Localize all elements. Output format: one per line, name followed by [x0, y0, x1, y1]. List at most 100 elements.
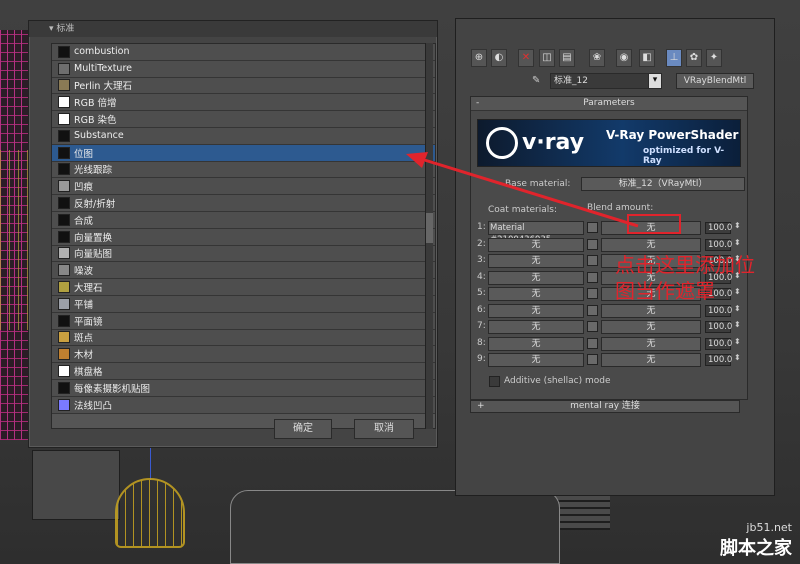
cancel-button[interactable]: 取消: [354, 419, 414, 439]
map-list-item[interactable]: 光线跟踪: [52, 161, 435, 179]
map-thumbnail: [58, 129, 70, 142]
blend-amount-spinner[interactable]: 100.0: [705, 337, 732, 350]
blend-map-button[interactable]: 无: [601, 303, 701, 318]
spinner-arrows-icon[interactable]: ⬍: [734, 320, 741, 329]
map-list-item[interactable]: combustion: [52, 44, 435, 61]
map-list-scrollbar[interactable]: [425, 43, 433, 429]
coat-material-button[interactable]: 无: [488, 237, 584, 252]
parameters-rollout-header[interactable]: - Parameters: [471, 97, 747, 111]
eyedropper-icon[interactable]: ✎: [532, 75, 540, 86]
map-thumbnail: [58, 365, 70, 378]
map-item-label: 向量置换: [74, 232, 113, 244]
annotation-text-line2: 图当作遮罩: [615, 279, 715, 303]
blend-map-button[interactable]: 无: [601, 237, 701, 252]
map-list-item[interactable]: Substance: [52, 127, 435, 145]
map-list-item[interactable]: 棋盘格: [52, 363, 435, 380]
blend-map-button[interactable]: 无: [601, 336, 701, 351]
coat-color-swatch[interactable]: [587, 288, 598, 299]
coat-material-button[interactable]: 无: [488, 336, 584, 351]
scene-basket: [115, 478, 185, 548]
map-list-item[interactable]: 向量贴图: [52, 245, 435, 263]
material-name-dropdown-icon[interactable]: ▾: [648, 73, 662, 89]
watermark-brand: 脚本之家: [720, 538, 792, 559]
map-thumbnail: [58, 297, 70, 310]
map-thumbnail: [58, 314, 70, 327]
spinner-arrows-icon[interactable]: ⬍: [734, 353, 741, 362]
map-thumbnail: [58, 331, 70, 344]
map-thumbnail: [58, 247, 70, 260]
material-type-button[interactable]: VRayBlendMtl: [676, 73, 754, 89]
map-list-item[interactable]: RGB 倍增: [52, 94, 435, 112]
map-list-item[interactable]: 噪波: [52, 262, 435, 280]
spinner-arrows-icon[interactable]: ⬍: [734, 287, 741, 296]
show-end-result-icon[interactable]: ◧: [639, 49, 655, 67]
coat-color-swatch[interactable]: [587, 337, 598, 349]
map-list-item[interactable]: 每像素摄影机贴图: [52, 379, 435, 397]
coat-material-button[interactable]: 无: [488, 303, 584, 318]
delete-icon[interactable]: ✕: [518, 49, 534, 67]
browser-category-label: 标准: [56, 24, 75, 34]
spinner-arrows-icon[interactable]: ⬍: [734, 221, 741, 230]
put-to-scene-icon[interactable]: ◐: [491, 49, 507, 67]
map-list-item[interactable]: 凹痕: [52, 178, 435, 196]
map-list-item[interactable]: MultiTexture: [52, 60, 435, 78]
map-item-label: 噪波: [74, 266, 94, 278]
row-index: 8:: [477, 337, 486, 348]
map-list-item[interactable]: 位图: [52, 144, 435, 162]
blend-amount-spinner[interactable]: 100.0: [705, 222, 732, 234]
coat-material-button[interactable]: 无: [488, 254, 584, 268]
get-material-icon[interactable]: ⊕: [471, 49, 487, 67]
pick-material-icon[interactable]: ✦: [706, 49, 722, 67]
browser-category-header[interactable]: ▾ 标准: [29, 21, 437, 37]
map-list-item[interactable]: 向量置换: [52, 228, 435, 246]
scene-cabinet: [32, 450, 120, 520]
blend-map-button[interactable]: 无: [601, 320, 701, 334]
coat-color-swatch[interactable]: [587, 304, 598, 316]
map-thumbnail: [58, 113, 70, 126]
map-list-item[interactable]: 法线凹凸: [52, 396, 435, 414]
blend-amount-spinner[interactable]: 100.0: [705, 321, 732, 333]
coat-material-button[interactable]: 无: [488, 320, 584, 334]
ok-button[interactable]: 确定: [274, 419, 332, 439]
mental-ray-rollout-header[interactable]: + mental ray 连接: [470, 400, 740, 413]
map-thumbnail: [58, 146, 70, 159]
coat-color-swatch[interactable]: [587, 321, 598, 332]
show-map-icon[interactable]: ◉: [616, 49, 632, 67]
coat-color-swatch[interactable]: [587, 271, 598, 283]
map-list-item[interactable]: Perlin 大理石: [52, 77, 435, 95]
map-list-item[interactable]: 合成: [52, 211, 435, 229]
blend-amount-spinner[interactable]: 100.0: [705, 354, 732, 366]
map-list-item[interactable]: RGB 染色: [52, 111, 435, 128]
mental-ray-label: mental ray 连接: [570, 401, 640, 411]
coat-material-button[interactable]: 无: [488, 270, 584, 285]
coat-color-swatch[interactable]: [587, 238, 598, 250]
coat-color-swatch[interactable]: [587, 354, 598, 365]
map-item-label: 棋盘格: [74, 367, 103, 379]
map-list-item[interactable]: 斑点: [52, 329, 435, 347]
map-list-item[interactable]: 木材: [52, 346, 435, 364]
material-name-field[interactable]: 标准_12: [550, 73, 662, 89]
additive-mode-label: Additive (shellac) mode: [504, 376, 611, 386]
go-to-parent-icon[interactable]: ⊥: [666, 49, 682, 67]
blend-amount-spinner[interactable]: 100.0: [705, 238, 732, 251]
make-unique-icon[interactable]: ◫: [539, 49, 555, 67]
coat-color-swatch[interactable]: [587, 255, 598, 266]
map-list-item[interactable]: 反射/折射: [52, 195, 435, 212]
map-thumbnail: [58, 281, 70, 294]
blend-map-button[interactable]: 无: [601, 353, 701, 367]
material-id-icon[interactable]: ❀: [589, 49, 605, 67]
spinner-arrows-icon[interactable]: ⬍: [734, 238, 741, 247]
spinner-arrows-icon[interactable]: ⬍: [734, 337, 741, 346]
map-thumbnail: [58, 180, 70, 193]
spinner-arrows-icon[interactable]: ⬍: [734, 304, 741, 313]
go-forward-sibling-icon[interactable]: ✿: [686, 49, 702, 67]
coat-material-button[interactable]: 无: [488, 353, 584, 367]
additive-checkbox[interactable]: [489, 376, 500, 387]
coat-material-button[interactable]: 无: [488, 287, 584, 301]
map-list-item[interactable]: 平铺: [52, 295, 435, 313]
map-list-item[interactable]: 大理石: [52, 279, 435, 296]
map-list-item[interactable]: 平面镜: [52, 312, 435, 330]
put-to-library-icon[interactable]: ▤: [559, 49, 575, 67]
blend-amount-spinner[interactable]: 100.0: [705, 304, 732, 317]
map-item-label: combustion: [74, 46, 130, 58]
